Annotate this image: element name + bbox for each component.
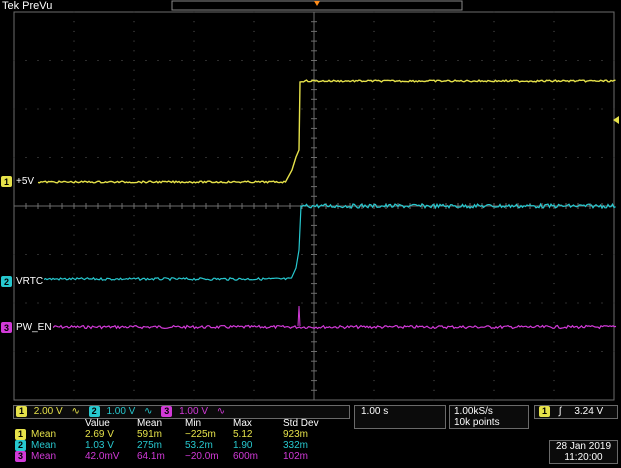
- bandwidth-3-icon: ∿: [216, 406, 226, 418]
- channel-2-marker-number: 2: [4, 277, 9, 287]
- channel-3-waveform: [51, 324, 617, 330]
- channel-1-label: +5V: [15, 176, 36, 187]
- meas-row-3-badge: 3: [15, 451, 26, 462]
- timebase-readout[interactable]: 1.00 s: [354, 405, 446, 429]
- measurements-panel[interactable]: Value Mean Min Max Std Dev 1 Mean 2.69 V 59…: [13, 418, 350, 465]
- channel-3-label: PW_EN: [15, 322, 53, 333]
- bandwidth-1-icon: ∿: [71, 406, 80, 418]
- scope-status-title: Tek PreVu: [2, 0, 53, 12]
- record-length: 10k points: [454, 417, 500, 428]
- meas-row-3-std-dev: 102m: [283, 451, 309, 462]
- meas-row-1-badge: 1: [15, 429, 26, 440]
- meas-row-3-max: 600m: [233, 451, 259, 462]
- channel-1-badge: 1: [16, 406, 27, 417]
- timebase-scale: 1.00 s: [361, 406, 389, 417]
- channel-3-marker-number: 3: [4, 323, 9, 333]
- trigger-slope-icon: ∫: [558, 406, 562, 418]
- channel-scales-bar[interactable]: 1 2.00 V ∿ 2 1.00 V ∿ 3 1.00 V ∿: [13, 405, 350, 419]
- meas-row-3-value: 42.0mV: [85, 451, 120, 462]
- channel-2-scale: 1.00 V: [106, 406, 136, 418]
- time-text: 11:20:00: [564, 452, 603, 463]
- date-text: 28 Jan 2019: [555, 441, 612, 452]
- channel-2-waveform: [37, 202, 616, 282]
- channel-3-scale: 1.00 V: [179, 406, 209, 418]
- trigger-level: 3.24 V: [574, 406, 604, 418]
- trigger-readout[interactable]: 1 ∫ 3.24 V: [534, 405, 618, 419]
- channel-3-glitch: [297, 305, 301, 327]
- channel-1-scale: 2.00 V: [33, 406, 63, 418]
- channel-1-waveform: [37, 79, 616, 184]
- trigger-position-marker: [314, 1, 320, 6]
- meas-row-3-min: −20.0m: [185, 451, 219, 462]
- channel-2-badge: 2: [88, 406, 100, 417]
- channel-1-marker-number: 1: [4, 177, 9, 187]
- bandwidth-2-icon: ∿: [144, 406, 153, 418]
- channel-3-badge: 3: [161, 406, 173, 417]
- oscilloscope-screen: 1 2 3: [1, 0, 619, 401]
- channel-2-label: VRTC: [15, 276, 45, 287]
- meas-row-2-badge: 2: [15, 440, 26, 451]
- trigger-source-badge: 1: [539, 406, 550, 417]
- sample-rate: 1.00kS/s: [454, 406, 493, 417]
- meas-row-3-mean: 64.1m: [137, 451, 165, 462]
- meas-row-3-type: Mean: [31, 451, 57, 462]
- datetime-readout: 28 Jan 2019 11:20:00: [549, 440, 618, 464]
- acquisition-readout[interactable]: 1.00kS/s 10k points: [449, 405, 529, 429]
